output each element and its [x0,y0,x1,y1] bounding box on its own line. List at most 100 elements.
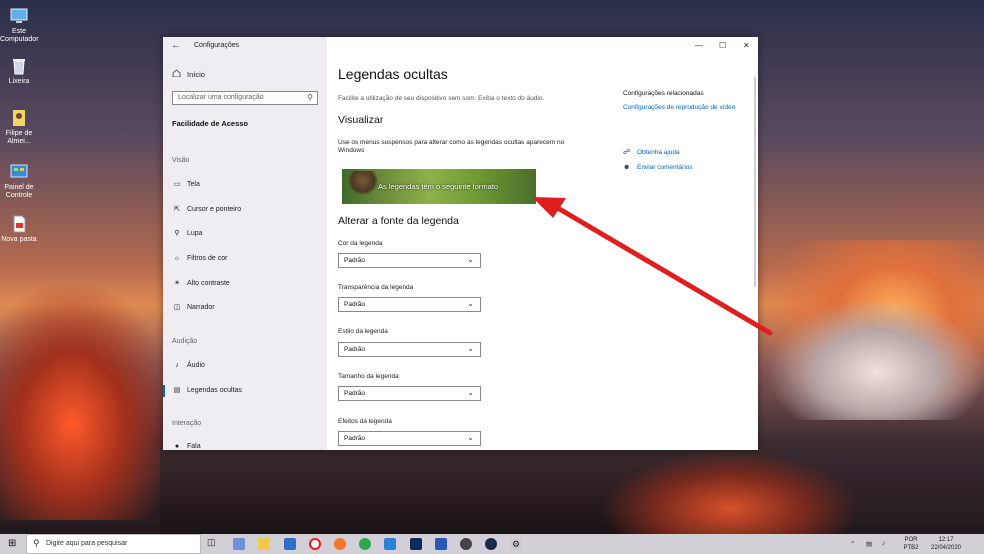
sidebar-item-magnifier[interactable]: ⚲ Lupa [172,228,322,240]
sidebar-item-home[interactable]: Início [172,69,205,79]
sidebar-item-display[interactable]: ▭ Tela [172,179,322,191]
settings-window: ← Configurações Início Localizar uma con… [163,37,758,450]
chevron-down-icon: ⌄ [467,344,474,353]
folder-icon[interactable] [258,538,270,550]
vscode-icon[interactable] [384,538,396,550]
sidebar-item-label: Narrador [187,304,215,311]
search-icon: ⚲ [33,538,40,548]
mail-icon[interactable] [284,538,296,550]
github-icon[interactable] [460,538,472,550]
minimize-button[interactable]: — [695,41,703,50]
tray-overflow-icon[interactable]: ⌃ [850,540,855,548]
app-icon-explorer-photo[interactable] [233,538,245,550]
get-help-link[interactable]: ☍ Obtenha ajuda [623,148,680,156]
photoshop-icon[interactable] [410,538,422,550]
desktop-icon-label: Painel de Controle [4,184,34,199]
sidebar-item-captions[interactable]: ▤ Legendas ocultas [163,385,322,397]
video-playback-settings-link[interactable]: Configurações de reprodução de vídeo [623,104,743,112]
settings-gear-icon[interactable]: ⚙ [510,538,522,550]
magnifier-icon: ⚲ [174,230,180,237]
speaker-icon: ♪ [175,362,179,369]
home-icon [172,69,181,79]
task-view-icon[interactable]: ◫ [207,537,219,549]
feedback-person-icon: ☻ [623,164,631,171]
chevron-down-icon: ⌄ [467,388,474,397]
dropdown-value: Padrão [344,301,365,308]
steam-icon[interactable] [485,538,497,550]
dropdown-value: Padrão [344,346,365,353]
sidebar-item-color-filters[interactable]: ☼ Filtros de cor [172,253,322,265]
sidebar-item-label: Início [187,70,205,79]
keyboard-layout: PTB2 [903,545,919,551]
clock-time: 12:17 [938,537,954,543]
desktop-icon-control-panel[interactable]: Painel de Controle [0,162,38,200]
sidebar-item-narrator[interactable]: ◫ Narrador [172,302,322,314]
desktop-icon-label: Lixeira [8,78,30,85]
sidebar-item-label: Cursor e ponteiro [187,206,242,213]
chevron-down-icon: ⌄ [467,255,474,264]
wallpaper-lava-flow [600,450,860,534]
sidebar-group-audio: Audição [172,338,198,345]
recycle-bin-icon [9,56,29,76]
file-icon [9,214,29,234]
chevron-down-icon: ⌄ [467,433,474,442]
narrator-icon: ◫ [173,304,181,311]
taskbar: ⊞ ⚲ Digite aqui para pesquisar ◫ ⚙ ⌃ ▤ ♪… [0,534,984,554]
sidebar-item-label: Tela [187,181,200,188]
clock-date: 22/04/2020 [930,545,962,551]
preview-caption-text: As legendas têm o seguinte formato [378,182,499,191]
volume-icon[interactable]: ♪ [882,540,885,547]
settings-search-input[interactable]: Localizar uma configuração ⚲ [172,91,318,105]
caption-preview: As legendas têm o seguinte formato [342,169,536,204]
sidebar-item-audio[interactable]: ♪ Áudio [172,360,322,372]
close-button[interactable]: ✕ [743,41,750,50]
windows-start-icon[interactable]: ⊞ [8,538,16,549]
firefox-icon[interactable] [334,538,346,550]
preview-hut-image [348,171,378,195]
caption-style-dropdown[interactable]: Padrão ⌄ [338,342,481,357]
send-feedback-link[interactable]: ☻ Enviar comentários [623,164,693,171]
sidebar-item-label: Lupa [187,230,203,237]
chevron-down-icon: ⌄ [467,299,474,308]
maximize-button[interactable]: ☐ [719,41,726,50]
language-indicator[interactable]: POR PTB2 [900,536,922,552]
caption-size-label: Tamanho da legenda [338,373,399,380]
related-settings-heading: Configurações relacionadas [623,90,704,97]
maps-icon[interactable] [359,538,371,550]
page-title: Legendas ocultas [338,66,448,82]
caption-style-label: Estilo da legenda [338,328,388,335]
search-placeholder: Localizar uma configuração [178,94,264,101]
desktop-icon-recycle-bin[interactable]: Lixeira [0,56,38,86]
sidebar-item-label: Alto contraste [187,280,230,287]
sidebar-item-high-contrast[interactable]: ☀ Alto contraste [172,278,322,290]
caption-size-dropdown[interactable]: Padrão ⌄ [338,386,481,401]
desktop-icon-this-pc[interactable]: Este Computador [0,6,39,44]
preview-heading: Visualizar [338,114,384,126]
desktop-icon-user-folder[interactable]: Filipe de Almei... [0,108,38,146]
wallpaper-lava-glow [0,280,180,520]
caption-color-dropdown[interactable]: Padrão ⌄ [338,253,481,268]
caption-transparency-dropdown[interactable]: Padrão ⌄ [338,297,481,312]
microphone-icon: ● [174,443,180,450]
caption-effects-dropdown[interactable]: Padrão ⌄ [338,431,481,446]
back-arrow-icon[interactable]: ← [171,40,181,51]
opera-icon[interactable] [309,538,321,550]
sidebar-section-title: Facilidade de Acesso [172,119,249,128]
word-icon[interactable] [435,538,447,550]
app-title: Configurações [194,42,240,49]
link-label: Obtenha ajuda [637,149,680,156]
sidebar-item-cursor[interactable]: ⇱ Cursor e ponteiro [172,204,322,216]
color-filter-icon: ☼ [173,255,181,262]
taskbar-clock[interactable]: 12:17 22/04/2020 [920,536,972,552]
taskbar-search-input[interactable]: ⚲ Digite aqui para pesquisar [26,534,201,554]
sidebar-item-label: Legendas ocultas [187,387,242,394]
sidebar-item-speech[interactable]: ● Fala [172,441,322,450]
page-description: Facilite a utilização de seu dispositivo… [338,95,545,102]
font-heading: Alterar a fonte da legenda [338,215,459,227]
desktop-icon-new-folder[interactable]: Nova pasta [0,214,38,244]
desktop-icon-label: Filipe de Almei... [5,130,33,145]
network-icon[interactable]: ▤ [866,540,872,548]
language-code: POR [904,537,918,543]
scrollbar[interactable] [754,77,756,287]
sidebar-group-vision: Visão [172,157,190,164]
